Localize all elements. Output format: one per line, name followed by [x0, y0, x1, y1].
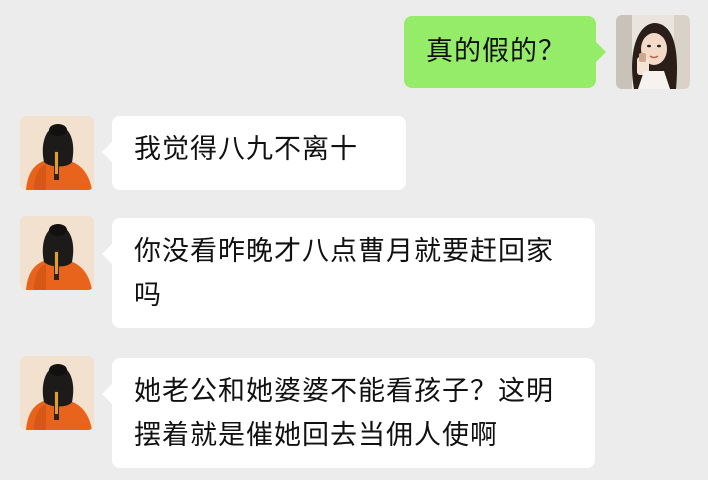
- friend-avatar[interactable]: [20, 216, 94, 290]
- message-text: 你没看昨晚才八点曹月就要赶回家吗: [134, 236, 554, 311]
- message-bubble-incoming[interactable]: 我觉得八九不离十: [102, 116, 406, 190]
- friend-avatar[interactable]: [20, 356, 94, 430]
- message-text: 真的假的？: [426, 36, 566, 67]
- my-avatar[interactable]: [616, 15, 690, 89]
- message-bubble-incoming[interactable]: 她老公和她婆婆不能看孩子？这明摆着就是催她回去当佣人使啊: [102, 358, 595, 468]
- message-bubble-incoming[interactable]: 你没看昨晚才八点曹月就要赶回家吗: [102, 218, 595, 328]
- message-text: 她老公和她婆婆不能看孩子？这明摆着就是催她回去当佣人使啊: [134, 376, 554, 451]
- orange-jacket-person-icon: [20, 356, 94, 430]
- chat-window: 真的假的？ 我觉得八九不离十 你没看昨晚才八点曹月就要赶回家吗 她老公和她婆婆不…: [0, 0, 708, 480]
- orange-jacket-person-icon: [20, 216, 94, 290]
- friend-avatar[interactable]: [20, 116, 94, 190]
- message-text: 我觉得八九不离十: [134, 134, 358, 165]
- woman-selfie-icon: [616, 15, 690, 89]
- orange-jacket-person-icon: [20, 116, 94, 190]
- message-bubble-outgoing[interactable]: 真的假的？: [404, 16, 606, 88]
